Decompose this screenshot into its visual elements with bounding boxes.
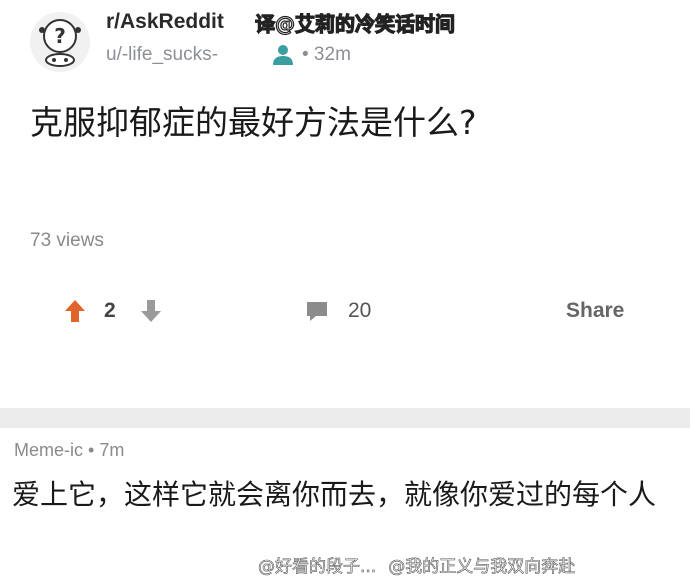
post-age: • 32m: [302, 44, 351, 65]
weibo-watermark: @好看的段子... @我的正义与我双向奔赴: [258, 552, 576, 578]
view-count: 73 views: [30, 230, 104, 251]
watermark-right: @我的正义与我双向奔赴: [388, 557, 576, 578]
post-title[interactable]: 克服抑郁症的最好方法是什么?: [30, 96, 477, 144]
downvote-arrow-icon[interactable]: [140, 298, 162, 324]
comment-age: • 7m: [88, 440, 125, 460]
comment-icon[interactable]: [304, 299, 330, 323]
post-author[interactable]: u/-life_sucks-: [106, 44, 218, 66]
subreddit-avatar[interactable]: ?: [30, 12, 90, 72]
vote-count: 2: [104, 299, 116, 322]
share-button[interactable]: Share: [566, 299, 624, 323]
comment-count[interactable]: 20: [348, 299, 371, 323]
comment-meta: Meme-ic • 7m: [14, 440, 124, 461]
subreddit-name[interactable]: r/AskReddit: [106, 10, 224, 34]
reddit-snoo-icon: ?: [39, 19, 81, 67]
comment-author[interactable]: Meme-ic: [14, 440, 83, 460]
translator-watermark: 译@艾莉的冷笑话时间: [254, 11, 455, 36]
watermark-left: @好看的段子...: [258, 557, 377, 578]
svg-text:?: ?: [54, 24, 66, 48]
comment-text: 爱上它，这样它就会离你而去，就像你爱过的每个人: [12, 478, 657, 511]
person-icon: [273, 45, 293, 65]
section-divider: [0, 408, 690, 428]
upvote-arrow-icon[interactable]: [64, 298, 86, 324]
